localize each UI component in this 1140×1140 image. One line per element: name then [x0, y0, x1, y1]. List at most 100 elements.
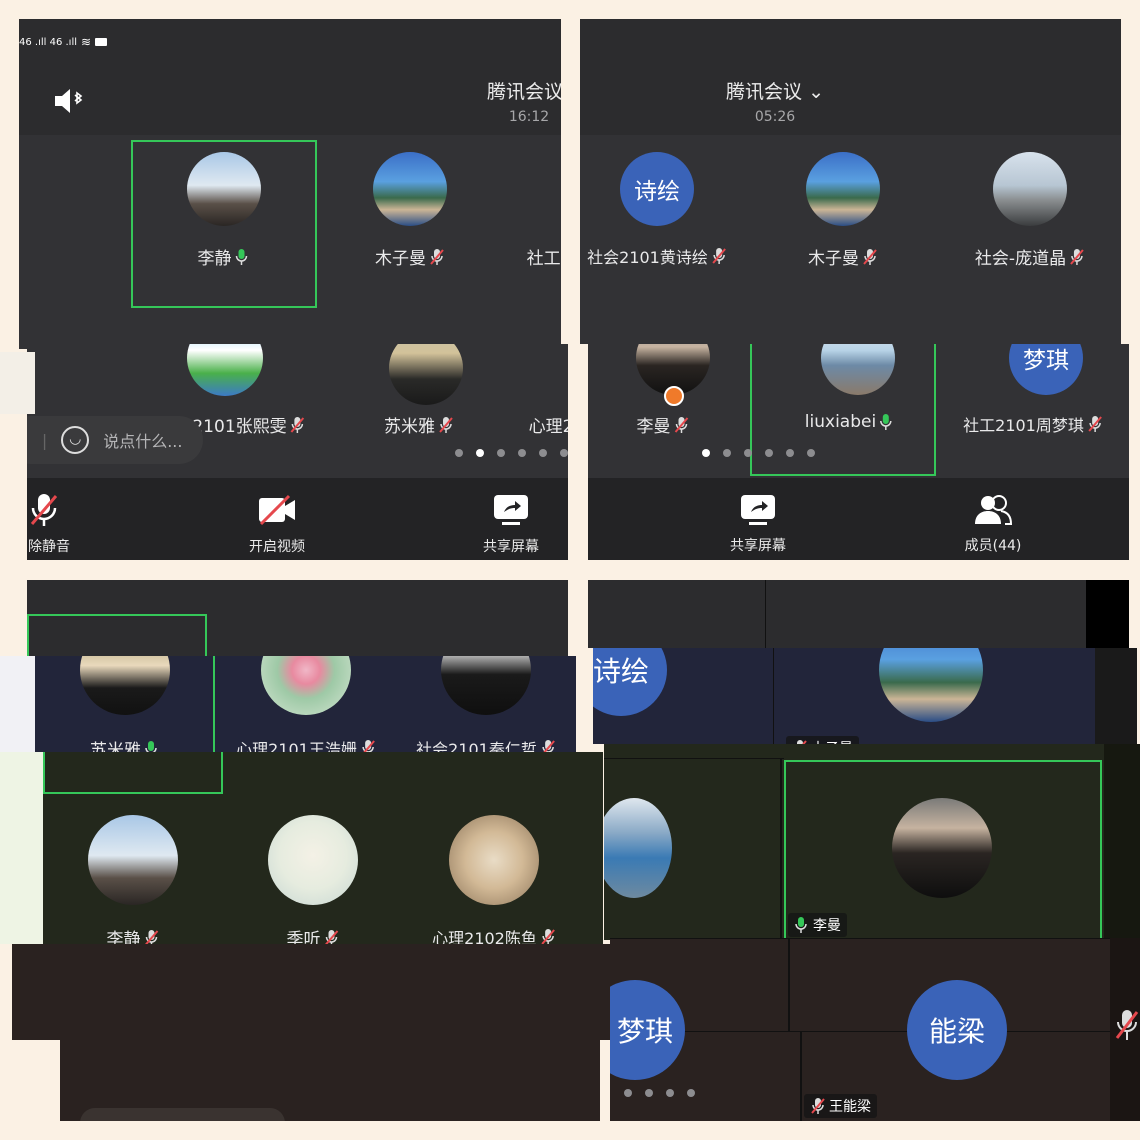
mic-muted-icon	[711, 247, 727, 265]
page-dot[interactable]	[518, 449, 526, 457]
avatar[interactable]	[187, 152, 261, 226]
participant-name: 木子曼	[375, 244, 445, 269]
start-video-button[interactable]: 开启视频	[249, 536, 305, 556]
participant-name: 李曼	[637, 412, 690, 437]
panel-h	[604, 744, 1140, 940]
mic-muted-icon	[1115, 1008, 1139, 1042]
avatar[interactable]	[879, 648, 983, 722]
video-off-icon[interactable]	[257, 494, 297, 526]
panel-i-left	[12, 944, 610, 1040]
mic-muted-icon	[1069, 248, 1085, 266]
share-screen-button[interactable]: 共享屏幕	[483, 536, 539, 556]
participant-name: 社会-庞道晶	[975, 244, 1085, 269]
meeting-time: 05:26	[754, 109, 796, 125]
mic-muted-icon	[290, 416, 306, 434]
chat-input[interactable]	[80, 1108, 285, 1121]
chat-placeholder: 说点什么...	[103, 432, 183, 451]
page-dot[interactable]	[560, 449, 568, 457]
share-screen-icon[interactable]	[740, 494, 776, 526]
toolbar	[588, 478, 1129, 560]
avatar[interactable]	[187, 344, 263, 396]
participant-name: 李静	[198, 244, 251, 269]
avatar[interactable]	[389, 344, 463, 405]
avatar[interactable]: 能梁	[907, 980, 1007, 1080]
avatar[interactable]: 梦琪	[610, 980, 685, 1080]
mic-muted-icon	[438, 416, 454, 434]
page-dot[interactable]	[744, 449, 752, 457]
participant-name: 社会2101秦仁哲	[416, 736, 556, 752]
avatar[interactable]	[806, 152, 880, 226]
mic-muted-icon	[862, 248, 878, 266]
panel-g-edge	[0, 752, 44, 944]
mic-muted-icon	[144, 929, 160, 944]
avatar[interactable]: 梦琪	[1009, 344, 1083, 395]
page-dot[interactable]	[765, 449, 773, 457]
page-dot[interactable]	[455, 449, 463, 457]
panel-f-top	[588, 580, 1129, 648]
panel-c-edge	[0, 352, 35, 414]
avatar[interactable]: 诗绘	[620, 152, 694, 226]
meeting-title[interactable]: 腾讯会议 ⌄	[726, 77, 824, 104]
chat-input[interactable]: ▯ | ◡ 说点什么...	[27, 416, 203, 464]
avatar[interactable]	[892, 798, 992, 898]
page-dot[interactable]	[539, 449, 547, 457]
tile-divider	[780, 758, 782, 940]
page-dot[interactable]	[723, 449, 731, 457]
wifi-icon: ≋	[81, 35, 92, 49]
share-screen-button[interactable]: 共享屏幕	[730, 535, 786, 555]
panel-i-gap	[12, 1040, 60, 1140]
mic-muted-icon[interactable]	[29, 492, 59, 528]
page-dot-active[interactable]	[476, 449, 484, 457]
participant-name: 苏米雅	[90, 736, 160, 752]
page-dot[interactable]	[687, 1089, 695, 1097]
page-dot[interactable]	[624, 1089, 632, 1097]
status-bar: 46 .ıll 46 .ıll ≋	[19, 35, 108, 49]
chevron-down-icon[interactable]: ⌄	[802, 81, 824, 103]
panel-i-bottom-left	[60, 1040, 600, 1121]
page-dot[interactable]	[666, 1089, 674, 1097]
participant-name: 心理2102陈鱼	[432, 925, 556, 944]
avatar[interactable]	[441, 656, 531, 715]
mic-on-icon	[794, 916, 810, 934]
avatar[interactable]	[449, 815, 539, 905]
side-strip	[1086, 580, 1129, 648]
mic-on-icon	[879, 413, 895, 431]
active-speaker-frame	[27, 614, 207, 656]
unmute-button[interactable]: 除静音	[28, 536, 70, 556]
avatar[interactable]	[604, 798, 672, 898]
meeting-title[interactable]: 腾讯会议	[487, 77, 561, 104]
avatar[interactable]	[373, 152, 447, 226]
side-strip	[1104, 744, 1140, 940]
avatar[interactable]: 诗绘	[593, 648, 667, 716]
avatar[interactable]	[268, 815, 358, 905]
avatar[interactable]	[88, 815, 178, 905]
tile-divider	[604, 758, 784, 759]
share-screen-icon[interactable]	[493, 494, 529, 526]
emoji-icon[interactable]: ◡	[61, 426, 90, 454]
avatar[interactable]	[993, 152, 1067, 226]
members-button[interactable]: 成员(44)	[965, 535, 1022, 555]
hand-icon[interactable]: ▯	[27, 431, 28, 450]
mic-muted-icon	[810, 1097, 826, 1115]
page-dot[interactable]	[497, 449, 505, 457]
page-dot-active[interactable]	[702, 449, 710, 457]
tile-divider	[773, 648, 774, 744]
page-dot[interactable]	[645, 1089, 653, 1097]
mic-on-icon	[144, 740, 160, 752]
avatar[interactable]	[80, 656, 170, 715]
participant-name: 李静	[107, 925, 160, 944]
speaker-bluetooth-icon[interactable]	[53, 87, 85, 115]
members-icon[interactable]	[973, 494, 1013, 526]
mic-muted-icon	[324, 929, 340, 944]
tile-divider	[610, 938, 1110, 939]
avatar[interactable]	[261, 656, 351, 715]
participant-name: liuxiabei	[805, 412, 895, 432]
mic-muted-icon	[674, 416, 690, 434]
participant-name: 社工2	[526, 249, 561, 269]
tile-divider	[800, 1031, 802, 1121]
participant-name: 苏米雅	[384, 412, 454, 437]
panel-f: 诗绘	[593, 648, 1137, 744]
panel-e-top	[27, 580, 568, 656]
page-dot[interactable]	[786, 449, 794, 457]
page-dot[interactable]	[807, 449, 815, 457]
